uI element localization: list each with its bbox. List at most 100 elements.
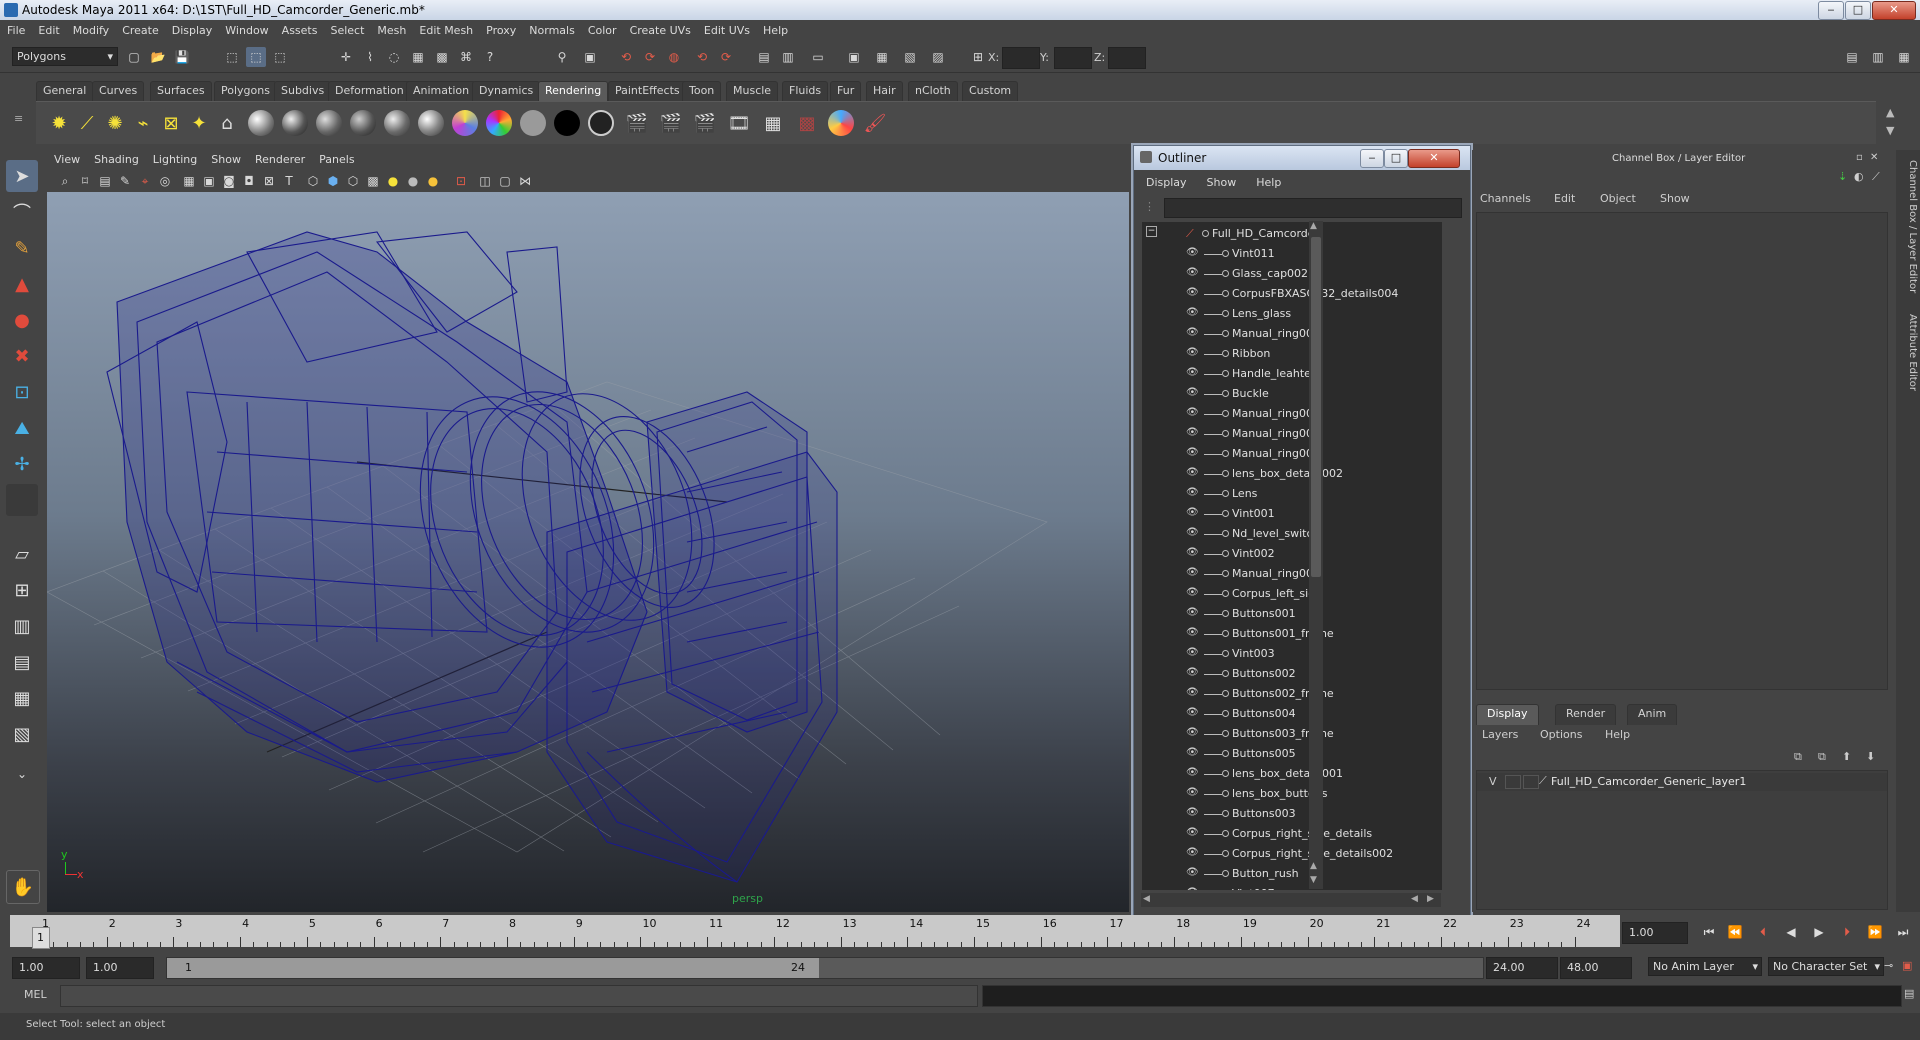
menu-mesh[interactable]: Mesh: [370, 20, 412, 37]
layer-menu-options[interactable]: Options: [1540, 728, 1582, 741]
render-region-icon[interactable]: 🎬: [690, 108, 720, 138]
outliner-item[interactable]: 👁 Ribbon: [1142, 344, 1442, 364]
show-manipulator-icon[interactable]: ✢: [6, 448, 38, 480]
image-plane-icon[interactable]: ▤: [95, 171, 115, 191]
outliner-item[interactable]: 👁 Buttons001: [1142, 604, 1442, 624]
scroll-down-icon[interactable]: ▲: [1310, 861, 1317, 871]
minimize-button[interactable]: ‒: [1818, 1, 1844, 20]
ocean-shader-icon[interactable]: [586, 108, 616, 138]
step-forward-frame-icon[interactable]: ⏵: [1836, 925, 1858, 943]
channel-box-area[interactable]: [1476, 212, 1888, 690]
blinn-icon[interactable]: [280, 108, 310, 138]
key-lock-icon[interactable]: ⊸: [1884, 959, 1893, 972]
outliner-search-field[interactable]: [1164, 198, 1462, 218]
spot-light-icon[interactable]: ⌁: [128, 108, 158, 138]
layer-tab-anim[interactable]: Anim: [1627, 704, 1678, 725]
outliner-item[interactable]: 👁 Buttons005: [1142, 744, 1442, 764]
outliner-menu-help[interactable]: Help: [1244, 176, 1289, 189]
animation-preferences-icon[interactable]: ▣: [1902, 959, 1912, 972]
outliner-item[interactable]: 👁 Buttons002: [1142, 664, 1442, 684]
rotate-tool-icon[interactable]: ●: [6, 304, 38, 336]
scroll-up-icon[interactable]: ▲: [1310, 221, 1317, 231]
outliner-item[interactable]: 👁 Vint002: [1142, 544, 1442, 564]
layer-tab-render[interactable]: Render: [1555, 704, 1617, 725]
render-settings-icon[interactable]: ⟳: [640, 47, 660, 67]
outliner-item[interactable]: 👁 Buttons004: [1142, 704, 1442, 724]
channel-box-toggle-icon[interactable]: ▤: [1842, 47, 1862, 67]
menu-normals[interactable]: Normals: [522, 20, 581, 37]
show-hide-icon[interactable]: ▣: [844, 47, 864, 67]
input-line-icon[interactable]: ▤: [754, 47, 774, 67]
snap-curve-icon[interactable]: ⌇: [360, 47, 380, 67]
anim-layer-dropdown[interactable]: No Anim Layer ▾: [1648, 957, 1762, 976]
outliner-item[interactable]: 👁 Buttons002_frame: [1142, 684, 1442, 704]
anisotropic-icon[interactable]: [382, 108, 412, 138]
viewport-menu-panels[interactable]: Panels: [312, 150, 361, 166]
outliner-item[interactable]: 👁 lens_box_details002: [1142, 464, 1442, 484]
shelf-tab-surfaces[interactable]: Surfaces: [150, 81, 212, 102]
xray-icon[interactable]: ⊡: [451, 171, 471, 191]
channel-menu-show[interactable]: Show: [1660, 192, 1690, 205]
shelf-tab-polygons[interactable]: Polygons: [214, 81, 277, 102]
outliner-item[interactable]: 👁Corpus_right_side_details002: [1142, 844, 1442, 864]
mental-ray-icon[interactable]: [826, 108, 856, 138]
outliner-vertical-scrollbar[interactable]: ▲ ▲ ▼: [1309, 221, 1323, 889]
play-backwards-icon[interactable]: ◀: [1780, 925, 1802, 943]
select-component-icon[interactable]: ⬚: [270, 47, 290, 67]
new-scene-icon[interactable]: ▢: [124, 47, 144, 67]
move-tool-icon[interactable]: ▲: [6, 268, 38, 300]
hypershade-shelf-icon[interactable]: ▦: [758, 108, 788, 138]
shadows-icon[interactable]: ●: [403, 171, 423, 191]
y-field[interactable]: [1054, 47, 1092, 69]
high-quality-icon[interactable]: ●: [423, 171, 443, 191]
new-layer-icon[interactable]: ⧉: [1794, 750, 1802, 764]
outliner-item[interactable]: 👁 Vint011: [1142, 244, 1442, 264]
outliner-item[interactable]: 👁 Nd_level_switch: [1142, 524, 1442, 544]
gate-mask-icon[interactable]: ◙: [219, 171, 239, 191]
scroll-down-icon-2[interactable]: ▼: [1310, 875, 1317, 885]
outliner-item[interactable]: 👁 lens_box_buttons: [1142, 784, 1442, 804]
phong-e-icon[interactable]: [348, 108, 378, 138]
construction-history-icon[interactable]: ⚲: [552, 47, 572, 67]
shelf-tab-deformation[interactable]: Deformation: [328, 81, 411, 102]
outliner-menu-display[interactable]: Display: [1134, 176, 1195, 189]
select-object-icon[interactable]: ⬚: [246, 47, 266, 67]
outliner-item[interactable]: 👁 Handle_leahter: [1142, 364, 1442, 384]
shelf-tab-fur[interactable]: Fur: [830, 81, 862, 102]
playback-end-field[interactable]: 24.00: [1486, 957, 1558, 979]
outliner-item[interactable]: 👁 Lens_glass: [1142, 304, 1442, 324]
outliner-item[interactable]: 👁 Vint007: [1142, 884, 1442, 890]
outliner-item[interactable]: 👁 Button_rush: [1142, 864, 1442, 884]
current-time-field[interactable]: 1.00: [1622, 922, 1688, 944]
outliner-item[interactable]: 👁 Lens: [1142, 484, 1442, 504]
close-icon[interactable]: ✕: [1870, 152, 1878, 163]
shelf-tab-ncloth[interactable]: nCloth: [908, 81, 958, 102]
command-language-label[interactable]: MEL: [24, 988, 47, 1001]
layout-icon[interactable]: ▧: [900, 47, 920, 67]
safe-title-icon[interactable]: T: [279, 171, 299, 191]
outliner-item[interactable]: 👁 lens_box_details001: [1142, 764, 1442, 784]
outliner-item[interactable]: 👁 Corpus_left_side: [1142, 584, 1442, 604]
lasso-tool-icon[interactable]: ⌒: [6, 196, 38, 228]
ramp-shader-icon[interactable]: [450, 108, 480, 138]
outliner-list[interactable]: − ⟋ Full_HD_Camcorder 👁 Vint011 👁 Glass_cap…: [1142, 222, 1442, 890]
film-gate-icon[interactable]: ⌖: [135, 171, 155, 191]
persp-graph-layout-icon[interactable]: ▤: [6, 646, 38, 678]
outliner-filter-icon[interactable]: ⋮: [1144, 200, 1155, 213]
textured-icon[interactable]: ▩: [363, 171, 383, 191]
snap-point-icon[interactable]: ◌: [384, 47, 404, 67]
go-to-end-icon[interactable]: ⏭: [1892, 925, 1914, 943]
open-scene-icon[interactable]: 📂: [148, 47, 168, 67]
range-slider-handle[interactable]: 1 24: [167, 958, 819, 978]
layer-color-swatch[interactable]: [1523, 775, 1539, 789]
layer-visibility-toggle[interactable]: V: [1489, 775, 1497, 788]
four-view-layout-icon[interactable]: ⊞: [6, 574, 38, 606]
outliner-item[interactable]: 👁 Buttons003_frame: [1142, 724, 1442, 744]
layer-row[interactable]: V ⟋ Full_HD_Camcorder_Generic_layer1: [1477, 773, 1887, 791]
outliner-item[interactable]: 👁 Manual_ring003: [1142, 424, 1442, 444]
command-input[interactable]: [60, 985, 978, 1007]
last-tool-icon[interactable]: [6, 484, 38, 516]
ipr-render-current-icon[interactable]: 🎬: [656, 108, 686, 138]
menu-edit-uvs[interactable]: Edit UVs: [697, 20, 756, 37]
menu-create-uvs[interactable]: Create UVs: [623, 20, 697, 37]
